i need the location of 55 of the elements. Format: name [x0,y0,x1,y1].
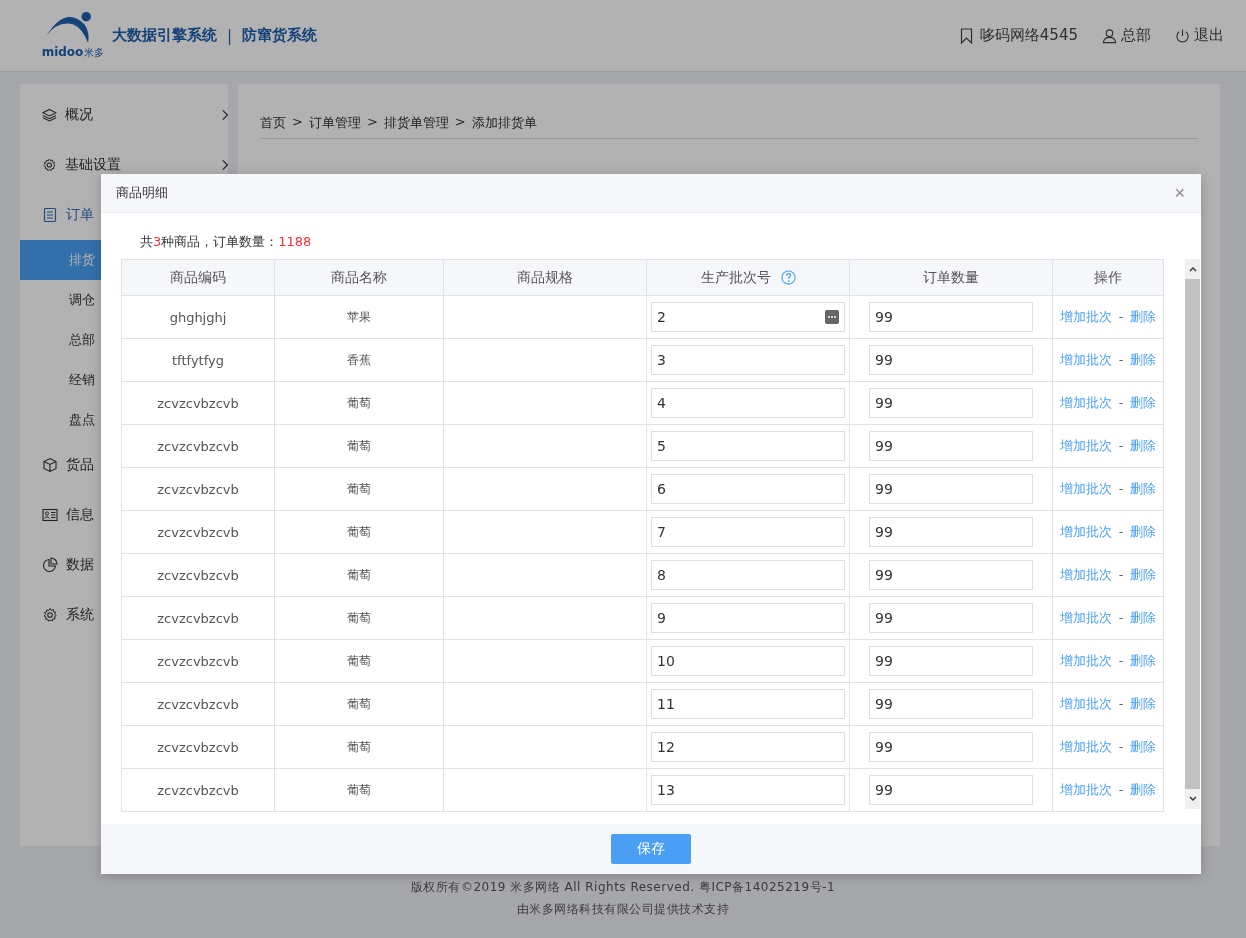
link-separator: - [1118,653,1124,668]
table-cell: 葡萄 [274,639,444,683]
table-cell: 葡萄 [274,596,444,640]
link-separator: - [1118,309,1124,324]
table-cell: 葡萄 [274,553,444,597]
table-cell: tftfytfyg [121,338,275,382]
table-cell: ghghjghj [121,295,275,339]
system-subtitle: 防窜货系统 [242,26,318,45]
column-header: 商品名称 [274,259,444,296]
table-cell: zcvzcvbzcvb [121,639,275,683]
table-cell: 苹果 [274,295,444,339]
link-separator: - [1118,524,1124,539]
table-cell: zcvzcvbzcvb [121,682,275,726]
account-name: 哆码网络4545 [979,26,1078,45]
column-header: 商品规格 [443,259,647,296]
table-cell: 葡萄 [274,424,444,468]
table-cell: zcvzcvbzcvb [121,467,275,511]
column-header: 商品编码 [121,259,275,296]
table-cell: 葡萄 [274,768,444,812]
column-header: 操作 [1052,259,1164,296]
breadcrumb-separator: > [454,114,466,131]
column-header: 订单数量 [849,259,1053,296]
breadcrumb-separator: > [366,114,378,131]
table-cell: zcvzcvbzcvb [121,424,275,468]
column-title: 生产批次号 [700,268,771,287]
table-cell: 香蕉 [274,338,444,382]
title-separator: | [227,26,233,45]
table-cell: 葡萄 [274,381,444,425]
link-separator: - [1118,782,1124,797]
link-separator: - [1118,567,1124,582]
link-separator: - [1118,481,1124,496]
link-separator: - [1118,610,1124,625]
logo-text: midoo [41,45,84,59]
table-cell: zcvzcvbzcvb [121,381,275,425]
table-cell: zcvzcvbzcvb [121,725,275,769]
table-cell: zcvzcvbzcvb [121,553,275,597]
link-separator: - [1118,438,1124,453]
system-title: 大数据引擎系统 [112,26,217,45]
link-separator: - [1118,395,1124,410]
table-cell: 葡萄 [274,510,444,554]
breadcrumb-separator: > [292,114,303,131]
table-cell: 葡萄 [274,725,444,769]
table-cell: zcvzcvbzcvb [121,510,275,554]
table-cell: 葡萄 [274,682,444,726]
logo-subtext: 米多 [84,46,105,60]
footer-text: 版权所有©2019 米多网络 All Rights Reserved. 粤ICP备14025219号-1 [409,879,837,896]
table-cell: zcvzcvbzcvb [121,596,275,640]
dialog-title: 商品明细 [116,184,168,202]
table-cell: zcvzcvbzcvb [121,768,275,812]
table-cell: 葡萄 [274,467,444,511]
link-separator: - [1118,696,1124,711]
link-separator: - [1118,739,1124,754]
footer-text: 由米多网络科技有限公司提供技术支持 [515,901,731,918]
link-separator: - [1118,352,1124,367]
summary-text: 共3种商品，订单数量：1188 [139,233,313,251]
